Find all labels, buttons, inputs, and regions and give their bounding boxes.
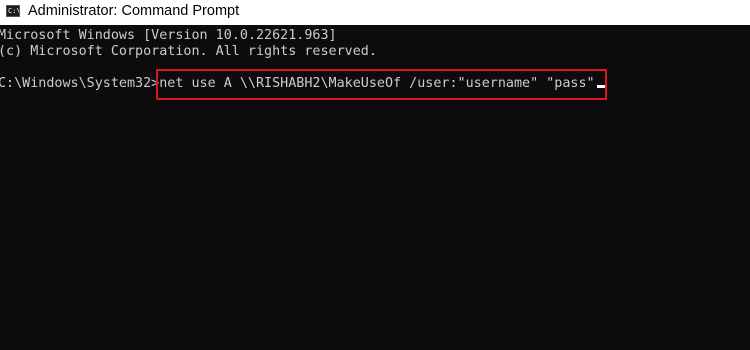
prompt-path: C:\Windows\System32> <box>0 76 160 91</box>
window-title: Administrator: Command Prompt <box>28 3 240 19</box>
title-bar[interactable]: C:\ Administrator: Command Prompt <box>0 0 750 25</box>
command-prompt-icon: C:\ <box>6 5 20 17</box>
copyright-line: (c) Microsoft Corporation. All rights re… <box>0 44 377 59</box>
command-prompt-window: C:\ Administrator: Command Prompt Micros… <box>0 0 750 350</box>
command-highlight-box <box>156 69 607 100</box>
version-line: Microsoft Windows [Version 10.0.22621.96… <box>0 28 337 43</box>
terminal-area[interactable]: Microsoft Windows [Version 10.0.22621.96… <box>0 25 750 350</box>
